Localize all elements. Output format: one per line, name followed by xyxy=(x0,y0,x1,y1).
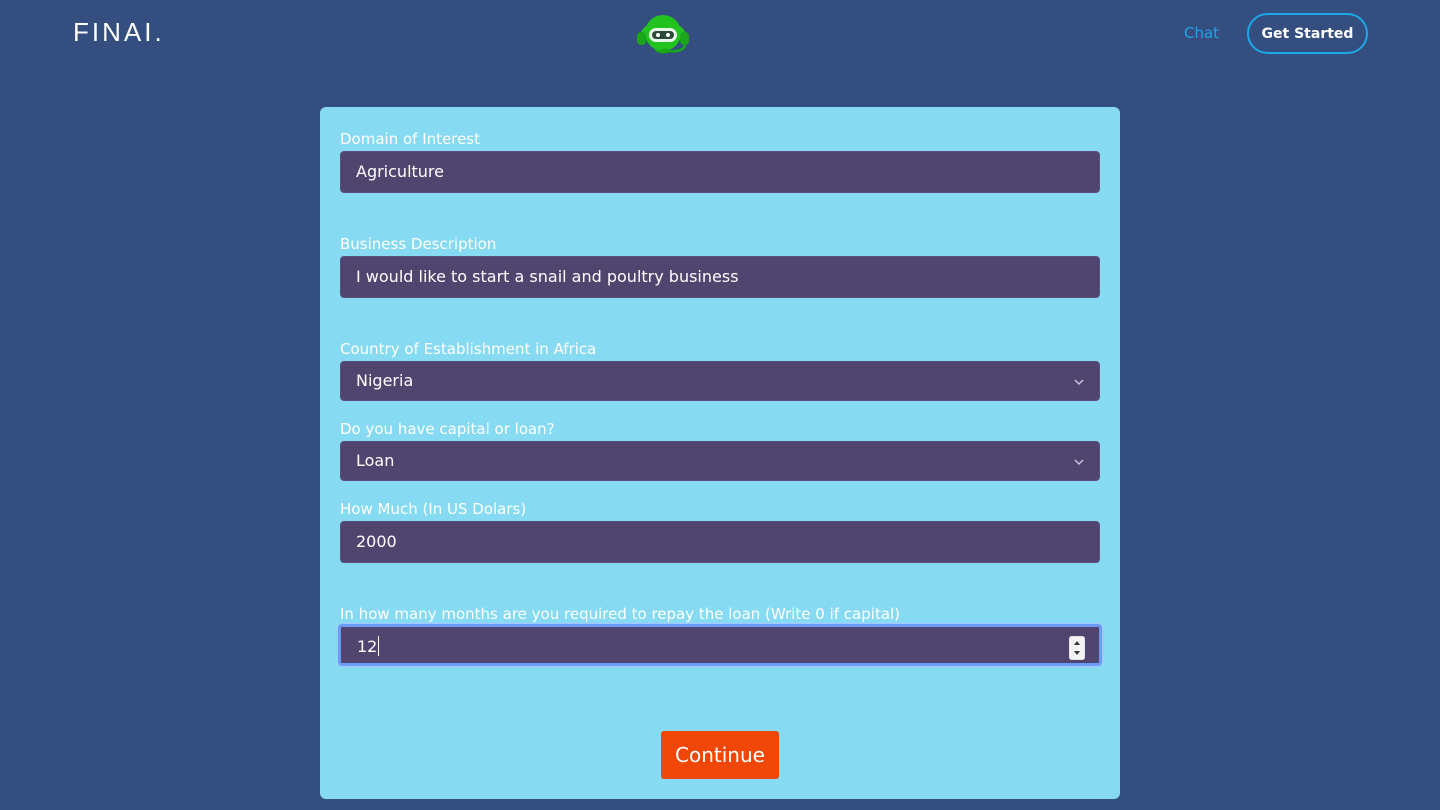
number-stepper-icon[interactable] xyxy=(1069,636,1085,660)
business-description-value: I would like to start a snail and poultr… xyxy=(356,267,739,286)
get-started-button[interactable]: Get Started xyxy=(1247,13,1368,54)
amount-label: How Much (In US Dolars) xyxy=(340,500,527,518)
domain-input[interactable]: Agriculture xyxy=(340,151,1100,193)
nav-chat-link[interactable]: Chat xyxy=(1184,23,1219,43)
business-description-input[interactable]: I would like to start a snail and poultr… xyxy=(340,256,1100,298)
repayment-months-input[interactable]: 12 xyxy=(338,624,1102,666)
country-selected-value: Nigeria xyxy=(356,371,414,390)
country-select[interactable]: Nigeria xyxy=(340,361,1100,401)
text-caret xyxy=(378,636,380,656)
repayment-months-value: 12 xyxy=(357,637,378,656)
continue-button[interactable]: Continue xyxy=(661,731,779,779)
amount-value: 2000 xyxy=(356,532,397,551)
finai-logo[interactable]: FINAI. xyxy=(73,16,165,48)
funding-type-selected-value: Loan xyxy=(356,451,395,470)
funding-type-label: Do you have capital or loan? xyxy=(340,420,555,438)
business-description-label: Business Description xyxy=(340,235,497,253)
chevron-down-icon xyxy=(1074,379,1084,386)
amount-input[interactable]: 2000 xyxy=(340,521,1100,563)
top-navbar: FINAI. Chat Get Started xyxy=(0,0,1440,68)
repayment-months-label: In how many months are you required to r… xyxy=(340,605,901,623)
country-label: Country of Establishment in Africa xyxy=(340,340,597,358)
domain-value: Agriculture xyxy=(356,162,444,181)
chevron-down-icon xyxy=(1074,459,1084,466)
business-form-card: Domain of Interest Agriculture Business … xyxy=(320,107,1120,799)
domain-label: Domain of Interest xyxy=(340,130,481,148)
funding-type-select[interactable]: Loan xyxy=(340,441,1100,481)
chatbot-headset-icon xyxy=(637,15,689,54)
